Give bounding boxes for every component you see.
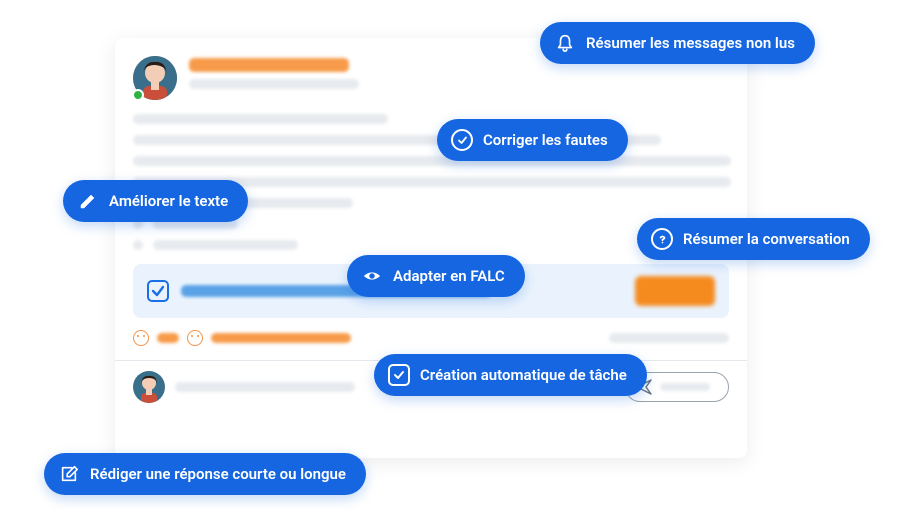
chip-label: Améliorer le texte xyxy=(109,192,228,210)
emoji-frown-icon[interactable] xyxy=(187,330,203,346)
author-avatar[interactable] xyxy=(133,56,177,100)
reaction-count xyxy=(211,333,351,343)
chip-label: Résumer les messages non lus xyxy=(586,34,795,52)
chip-improve-text[interactable]: Améliorer le texte xyxy=(63,180,248,222)
emoji-smile-icon[interactable] xyxy=(133,330,149,346)
eye-icon xyxy=(361,265,383,287)
chip-draft-reply[interactable]: Rédiger une réponse courte ou longue xyxy=(44,453,366,495)
bell-icon xyxy=(554,32,576,54)
text-line xyxy=(133,114,388,124)
chip-summarize-unread[interactable]: Résumer les messages non lus xyxy=(540,22,815,64)
chip-label: Adapter en FALC xyxy=(393,267,505,285)
author-name-placeholder xyxy=(189,58,349,72)
chip-fix-mistakes[interactable]: Corriger les fautes xyxy=(437,119,628,161)
chip-auto-task[interactable]: Création automatique de tâche xyxy=(374,354,647,396)
task-checkbox[interactable] xyxy=(147,280,169,302)
reaction-count xyxy=(157,333,179,343)
chip-label: Création automatique de tâche xyxy=(420,366,627,384)
chip-adapt-falc[interactable]: Adapter en FALC xyxy=(347,255,525,297)
send-label-placeholder xyxy=(660,383,710,391)
magnify-check-icon xyxy=(451,129,473,151)
pencil-icon xyxy=(77,190,99,212)
meta-placeholder xyxy=(189,79,359,89)
reactions-row xyxy=(133,330,729,346)
meta-placeholder xyxy=(609,333,729,343)
question-icon xyxy=(651,228,673,250)
bullet xyxy=(133,240,143,250)
check-square-icon xyxy=(388,364,410,386)
compose-icon xyxy=(58,463,80,485)
reply-input-placeholder[interactable] xyxy=(175,382,355,392)
self-avatar[interactable] xyxy=(133,371,165,403)
chip-label: Résumer la conversation xyxy=(683,230,850,248)
presence-indicator xyxy=(132,89,144,101)
task-action-button[interactable] xyxy=(635,276,715,306)
text-line xyxy=(133,156,731,166)
chip-label: Rédiger une réponse courte ou longue xyxy=(90,465,346,483)
chip-label: Corriger les fautes xyxy=(483,131,608,149)
chip-summarize-convo[interactable]: Résumer la conversation xyxy=(637,218,870,260)
text-line xyxy=(153,240,298,250)
